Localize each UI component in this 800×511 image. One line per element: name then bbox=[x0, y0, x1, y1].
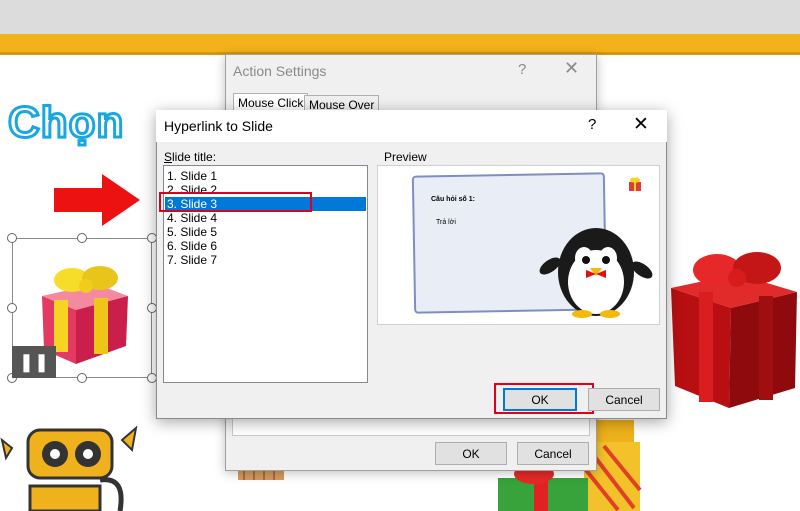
hyperlink-close-icon[interactable]: ✕ bbox=[633, 113, 649, 136]
preview-label: Preview bbox=[384, 150, 427, 164]
action-settings-help-icon[interactable]: ? bbox=[518, 61, 526, 78]
resize-handle-top[interactable] bbox=[77, 233, 87, 243]
slide-title-label: Slide title: bbox=[164, 150, 217, 164]
action-settings-close-icon[interactable]: ✕ bbox=[564, 58, 579, 79]
red-arrow-icon bbox=[54, 174, 140, 226]
list-item[interactable]: 6. Slide 6 bbox=[165, 239, 366, 253]
resize-handle-bottom[interactable] bbox=[77, 373, 87, 383]
action-settings-title: Action Settings bbox=[233, 63, 327, 79]
resize-handle-top-left[interactable] bbox=[7, 233, 17, 243]
action-settings-cancel-button[interactable]: Cancel bbox=[517, 442, 589, 465]
hyperlink-help-icon[interactable]: ? bbox=[588, 116, 596, 133]
robot-picture bbox=[0, 425, 138, 511]
selected-slide-highlight bbox=[159, 192, 312, 212]
list-item[interactable]: 5. Slide 5 bbox=[165, 225, 366, 239]
hyperlink-cancel-button[interactable]: Cancel bbox=[588, 388, 660, 411]
preview-question-text: Câu hỏi số 1: bbox=[431, 196, 475, 203]
ok-button-highlight bbox=[494, 383, 594, 414]
resize-handle-left[interactable] bbox=[7, 303, 17, 313]
pause-icon[interactable]: ❚❚ bbox=[12, 346, 56, 378]
list-item[interactable]: 7. Slide 7 bbox=[165, 253, 366, 267]
slide-heading: Chọn bbox=[6, 97, 125, 149]
slide-top-dark-strip bbox=[0, 0, 800, 34]
hyperlink-dialog-title: Hyperlink to Slide bbox=[164, 118, 273, 134]
list-item[interactable]: 1. Slide 1 bbox=[165, 169, 366, 183]
red-gift-picture bbox=[671, 252, 797, 408]
small-gift-icon bbox=[629, 177, 641, 191]
slide-yellow-banner bbox=[0, 34, 800, 54]
list-item[interactable]: 4. Slide 4 bbox=[165, 211, 366, 225]
action-settings-ok-button[interactable]: OK bbox=[435, 442, 507, 465]
preview-answer-text: Trả lời bbox=[436, 219, 456, 226]
penguin-picture bbox=[539, 228, 653, 318]
